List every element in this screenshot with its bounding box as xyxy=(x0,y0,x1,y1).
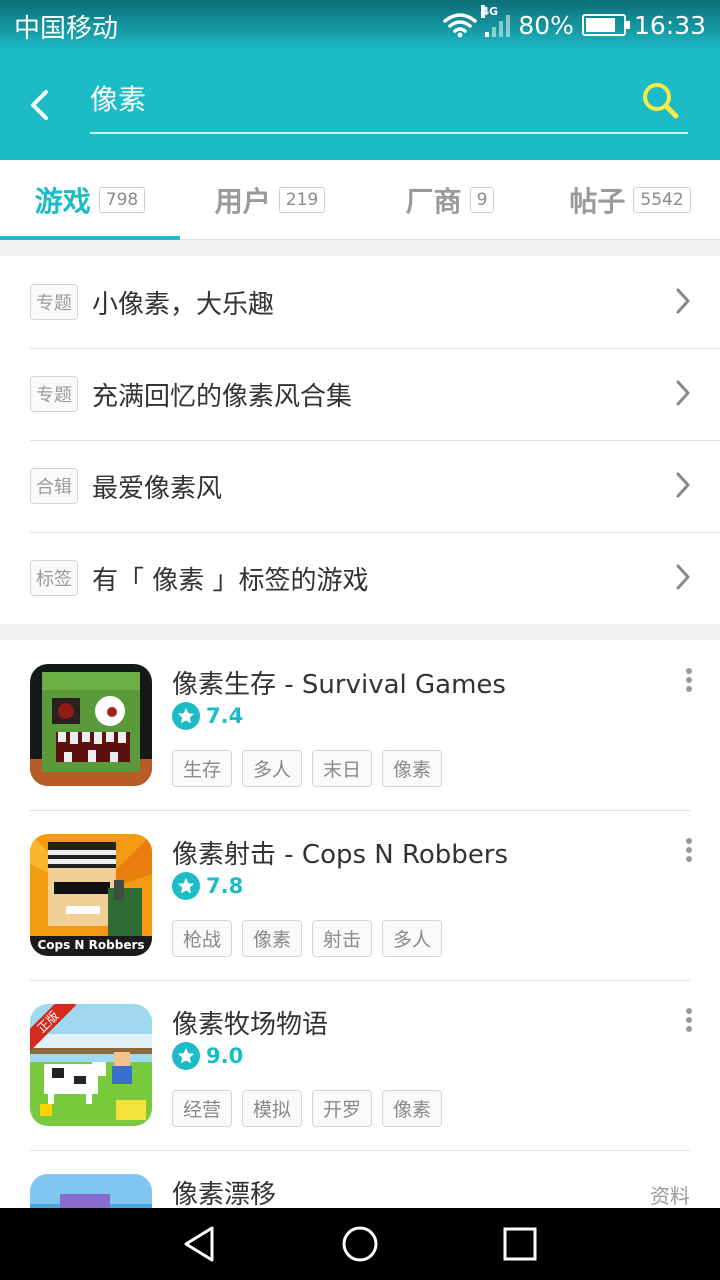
tab-count: 798 xyxy=(98,186,146,213)
battery-percent: 80% xyxy=(518,10,574,40)
back-arrow-icon xyxy=(31,90,48,120)
search-button[interactable] xyxy=(636,76,686,126)
topic-badge: 标签 xyxy=(30,560,78,596)
topic-item[interactable]: 合辑 最爱像素风 xyxy=(0,440,720,532)
game-item[interactable]: 正版 像素牧场物语 9.0 经营 模拟 开罗 像素 xyxy=(0,980,720,1150)
chevron-right-icon xyxy=(676,564,690,590)
topic-badge: 专题 xyxy=(30,376,78,412)
game-icon-drift xyxy=(30,1174,152,1208)
tab-label: 帖子 xyxy=(569,184,626,218)
rating-value: 9.0 xyxy=(206,1044,244,1068)
topic-title: 小像素，大乐趣 xyxy=(92,289,275,320)
tab-count: 5542 xyxy=(633,186,691,213)
star-icon xyxy=(172,872,200,900)
game-rating: 7.8 xyxy=(172,872,243,900)
game-info-link[interactable]: 资料 xyxy=(650,1180,690,1208)
topic-title: 充满回忆的像素风合集 xyxy=(92,381,353,412)
game-title: 像素牧场物语 xyxy=(172,1010,329,1040)
tab-label: 用户 xyxy=(214,184,271,218)
tab-users[interactable]: 用户 219 xyxy=(180,160,360,239)
nav-back-icon[interactable] xyxy=(180,1224,220,1264)
tab-posts[interactable]: 帖子 5542 xyxy=(540,160,720,239)
game-title: 像素射击 - Cops N Robbers xyxy=(172,840,509,870)
game-item[interactable]: Cops N Robbers 像素射击 - Cops N Robbers 7.8… xyxy=(0,810,720,980)
topic-list: 专题 小像素，大乐趣 专题 充满回忆的像素风合集 合辑 最爱像素风 标签 有「 … xyxy=(0,256,720,624)
game-tag[interactable]: 多人 xyxy=(242,750,303,787)
tab-vendors[interactable]: 厂商 9 xyxy=(360,160,540,239)
clock: 16:33 xyxy=(633,10,706,40)
game-title: 像素漂移 xyxy=(172,1180,277,1208)
status-bar: 中国移动 4G 80% 16:33 xyxy=(0,0,720,50)
topic-badge: 合辑 xyxy=(30,468,78,504)
chevron-right-icon xyxy=(676,288,690,314)
topic-item[interactable]: 专题 小像素，大乐趣 xyxy=(0,256,720,348)
more-vertical-icon[interactable] xyxy=(682,1008,696,1034)
more-vertical-icon[interactable] xyxy=(682,838,696,864)
chevron-right-icon xyxy=(676,380,690,406)
game-tag[interactable]: 枪战 xyxy=(172,920,233,957)
game-rating: 9.0 xyxy=(172,1042,243,1070)
game-tag[interactable]: 开罗 xyxy=(312,1090,373,1127)
star-icon xyxy=(172,702,200,730)
game-tag[interactable]: 像素 xyxy=(382,750,443,787)
more-vertical-icon[interactable] xyxy=(682,668,696,694)
topic-title: 最爱像素风 xyxy=(92,473,223,504)
rating-value: 7.4 xyxy=(206,704,244,728)
search-field[interactable] xyxy=(90,76,688,134)
game-tag[interactable]: 像素 xyxy=(382,1090,443,1127)
game-title: 像素生存 - Survival Games xyxy=(172,670,506,700)
back-button[interactable] xyxy=(22,80,62,130)
game-item[interactable]: 像素漂移 资料 xyxy=(0,1150,720,1208)
system-nav-bar xyxy=(0,1208,720,1280)
topic-item[interactable]: 专题 充满回忆的像素风合集 xyxy=(0,348,720,440)
rating-value: 7.8 xyxy=(206,874,244,898)
nav-home-icon[interactable] xyxy=(340,1224,380,1264)
tab-games[interactable]: 游戏 798 xyxy=(0,160,180,240)
game-icon-cops: Cops N Robbers xyxy=(30,834,152,956)
chevron-right-icon xyxy=(676,472,690,498)
game-icon-zombie xyxy=(30,664,152,786)
star-icon xyxy=(172,1042,200,1070)
tab-count: 219 xyxy=(278,186,326,213)
game-tag[interactable]: 射击 xyxy=(312,920,373,957)
game-tag[interactable]: 生存 xyxy=(172,750,233,787)
result-tabs: 游戏 798 用户 219 厂商 9 帖子 5542 xyxy=(0,160,720,240)
game-tag[interactable]: 模拟 xyxy=(242,1090,303,1127)
app-header: 中国移动 4G 80% 16:33 xyxy=(0,0,720,160)
game-icon-ranch: 正版 xyxy=(30,1004,152,1126)
topic-badge: 专题 xyxy=(30,284,78,320)
game-list: 像素生存 - Survival Games 7.4 生存 多人 末日 像素 Co… xyxy=(0,640,720,1208)
game-tags: 经营 模拟 开罗 像素 xyxy=(172,1090,443,1127)
topic-title: 有「 像素 」标签的游戏 xyxy=(92,565,369,596)
signal-icon: 4G xyxy=(481,5,511,37)
game-tag[interactable]: 末日 xyxy=(312,750,373,787)
search-input[interactable] xyxy=(90,76,630,120)
tab-label: 厂商 xyxy=(405,184,462,218)
game-item[interactable]: 像素生存 - Survival Games 7.4 生存 多人 末日 像素 xyxy=(0,640,720,810)
topic-item[interactable]: 标签 有「 像素 」标签的游戏 xyxy=(0,532,720,624)
game-icon-caption: Cops N Robbers xyxy=(37,938,145,952)
carrier-name: 中国移动 xyxy=(14,14,119,44)
game-tags: 枪战 像素 射击 多人 xyxy=(172,920,443,957)
game-tag[interactable]: 经营 xyxy=(172,1090,233,1127)
tab-count: 9 xyxy=(469,186,495,213)
network-type: 4G xyxy=(481,5,499,18)
tab-label: 游戏 xyxy=(34,184,91,218)
game-tag[interactable]: 像素 xyxy=(242,920,303,957)
nav-recents-icon[interactable] xyxy=(500,1224,540,1264)
status-icons: 4G 80% 16:33 xyxy=(443,5,706,42)
game-tag[interactable]: 多人 xyxy=(382,920,443,957)
game-tags: 生存 多人 末日 像素 xyxy=(172,750,443,787)
search-icon xyxy=(643,83,679,119)
game-rating: 7.4 xyxy=(172,702,243,730)
battery-icon xyxy=(581,14,630,36)
wifi-icon xyxy=(443,13,478,38)
